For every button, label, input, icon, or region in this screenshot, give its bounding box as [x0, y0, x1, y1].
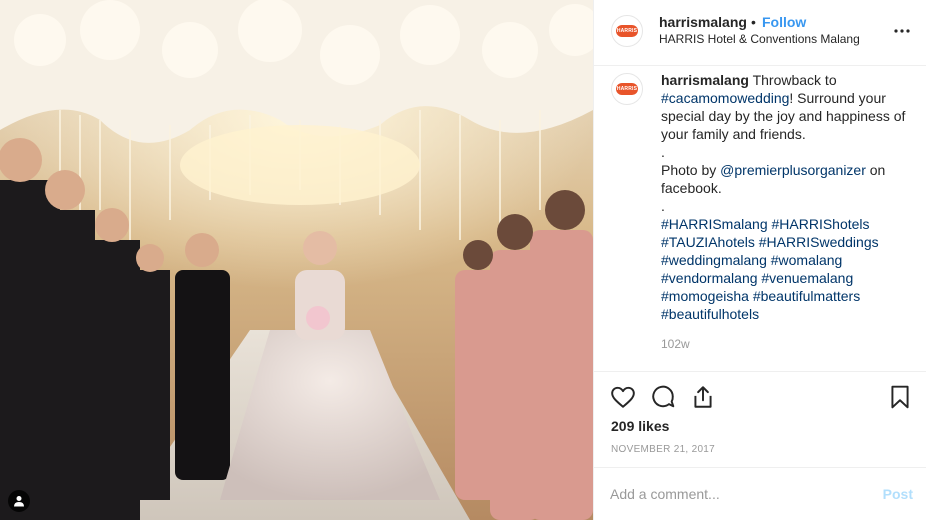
- caption-avatar[interactable]: HARRIS: [611, 73, 643, 105]
- user-tag-icon[interactable]: [8, 490, 30, 512]
- comment-input[interactable]: [610, 484, 860, 504]
- action-bar: [594, 372, 926, 422]
- follow-button[interactable]: Follow: [762, 14, 806, 30]
- more-options-icon[interactable]: [892, 21, 912, 41]
- wedding-photo: [0, 0, 593, 520]
- caption-hashtag[interactable]: #cacamomowedding: [661, 90, 789, 106]
- hashtag-line[interactable]: #vendormalang #venuemalang: [661, 269, 909, 287]
- heart-icon[interactable]: [610, 384, 636, 410]
- post-side-panel: HARRIS harrismalang • Follow HARRIS Hote…: [593, 0, 926, 520]
- comment-form: Post: [594, 467, 926, 520]
- location-link[interactable]: HARRIS Hotel & Conventions Malang: [659, 32, 860, 46]
- caption-photo-credit: Photo by @premierplusorganizer on facebo…: [661, 161, 909, 197]
- hashtag-line[interactable]: #beautifulhotels: [661, 305, 909, 323]
- caption-time-ago: 102w: [661, 337, 690, 351]
- avatar-logo: HARRIS: [616, 25, 638, 37]
- caption-text-lead: Throwback to: [748, 72, 837, 88]
- hashtag-line[interactable]: #HARRISmalang #HARRIShotels: [661, 215, 909, 233]
- avatar[interactable]: HARRIS: [611, 15, 643, 47]
- caption: harrismalang Throwback to #cacamomoweddi…: [661, 71, 909, 323]
- hashtag-line[interactable]: #weddingmalang #womalang: [661, 251, 909, 269]
- caption-body: harrismalang Throwback to #cacamomoweddi…: [661, 71, 909, 143]
- caption-username[interactable]: harrismalang: [661, 72, 749, 88]
- bookmark-icon[interactable]: [887, 384, 913, 410]
- comment-icon[interactable]: [650, 384, 676, 410]
- photo-credit-prefix: Photo by: [661, 162, 721, 178]
- separator-dot: •: [751, 14, 756, 30]
- share-icon[interactable]: [690, 384, 716, 410]
- caption-dot: .: [661, 144, 665, 160]
- post-date: NOVEMBER 21, 2017: [611, 444, 716, 455]
- hashtag-line[interactable]: #TAUZIAhotels #HARRISweddings: [661, 233, 909, 251]
- avatar-logo: HARRIS: [616, 83, 638, 95]
- post-header: HARRIS harrismalang • Follow HARRIS Hote…: [594, 0, 926, 66]
- likes-count[interactable]: 209 likes: [611, 418, 669, 434]
- caption-dot: .: [661, 198, 665, 214]
- username[interactable]: harrismalang: [659, 14, 747, 30]
- hashtag-line[interactable]: #momogeisha #beautifulmatters: [661, 287, 909, 305]
- post-comment-button[interactable]: Post: [883, 486, 913, 502]
- post-photo[interactable]: [0, 0, 593, 520]
- caption-mention[interactable]: @premierplusorganizer: [720, 162, 866, 178]
- comments-area: HARRIS harrismalang Throwback to #cacamo…: [594, 66, 926, 372]
